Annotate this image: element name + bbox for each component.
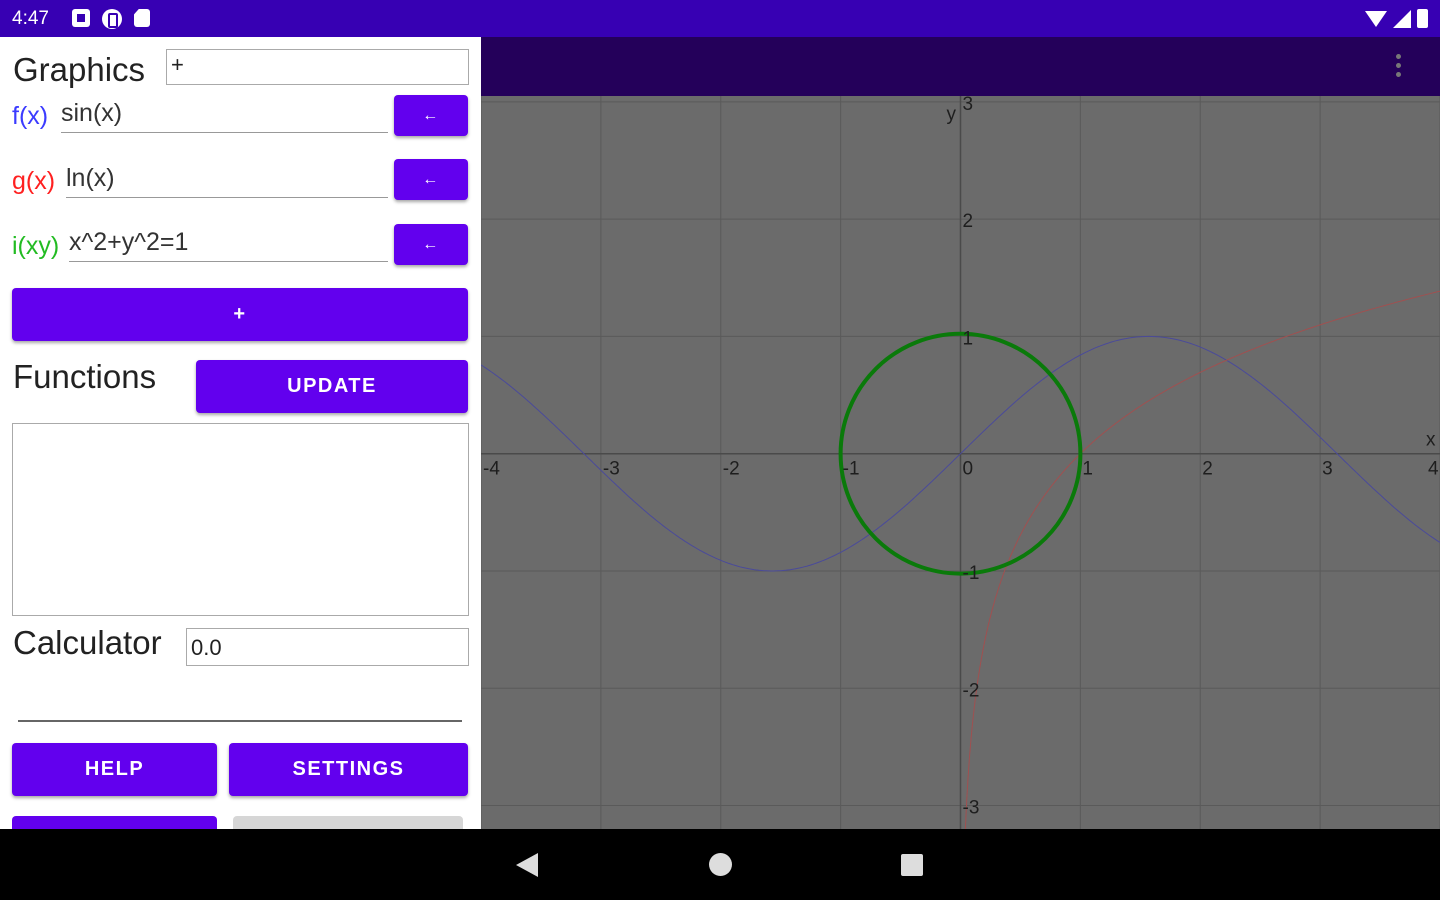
cell-signal-icon xyxy=(1393,9,1411,28)
status-time: 4:47 xyxy=(12,8,49,29)
y-tick-label: -1 xyxy=(963,563,980,584)
wifi-icon xyxy=(1365,10,1387,27)
function-i-input[interactable]: x^2+y^2=1 xyxy=(69,224,388,262)
y-tick-label: -3 xyxy=(963,798,980,819)
home-icon[interactable] xyxy=(709,853,732,876)
function-g-label: g(x) xyxy=(12,167,56,195)
accessibility-notification-icon xyxy=(72,9,90,27)
x-tick-label: -3 xyxy=(603,459,620,480)
app-notification-icon xyxy=(102,9,122,29)
sd-card-icon xyxy=(134,9,150,27)
function-i-apply-button[interactable]: ← xyxy=(394,224,468,265)
overflow-menu-icon[interactable] xyxy=(1396,54,1402,77)
recents-icon[interactable] xyxy=(901,854,923,876)
x-tick-label: 4 xyxy=(1428,459,1439,480)
x-tick-label: -1 xyxy=(843,459,860,480)
y-tick-label: 1 xyxy=(963,328,974,349)
system-icons xyxy=(1365,9,1428,28)
x-tick-label: 2 xyxy=(1202,459,1213,480)
update-button[interactable]: UPDATE xyxy=(196,360,468,413)
calculator-input[interactable]: 0.0 xyxy=(186,628,469,666)
y-axis-label: y xyxy=(947,104,957,125)
app-bar xyxy=(481,37,1440,96)
help-button[interactable]: HELP xyxy=(12,743,217,796)
x-tick-label: 0 xyxy=(963,459,974,480)
partially-visible-button[interactable] xyxy=(12,816,217,829)
y-tick-label: 3 xyxy=(963,96,974,115)
graph-svg: -4 -3 -2 -1 0 1 2 3 4 3 2 1 -1 -2 -3 x y xyxy=(481,96,1440,829)
graph-canvas[interactable]: -4 -3 -2 -1 0 1 2 3 4 3 2 1 -1 -2 -3 x y xyxy=(481,96,1440,829)
x-tick-label: -2 xyxy=(723,459,740,480)
notification-icons xyxy=(72,9,150,29)
function-g-apply-button[interactable]: ← xyxy=(394,159,468,200)
curve-ln xyxy=(964,290,1440,829)
x-tick-label: -4 xyxy=(483,459,500,480)
functions-label: Functions xyxy=(13,358,157,395)
y-tick-label: -2 xyxy=(963,680,980,701)
function-f-input[interactable]: sin(x) xyxy=(61,95,388,133)
calculator-label: Calculator xyxy=(13,624,162,661)
y-tick-label: 2 xyxy=(963,211,974,232)
left-panel: Graphics + f(x) sin(x) ← g(x) ln(x) ← i(… xyxy=(0,37,481,829)
x-axis-label: x xyxy=(1426,430,1436,451)
settings-button[interactable]: SETTINGS xyxy=(229,743,468,796)
function-f-label: f(x) xyxy=(12,102,49,130)
function-f-apply-button[interactable]: ← xyxy=(394,95,468,136)
navigation-bar xyxy=(0,829,1440,900)
functions-list[interactable] xyxy=(12,423,469,616)
back-icon[interactable] xyxy=(516,853,538,877)
function-g-input[interactable]: ln(x) xyxy=(66,160,388,198)
x-tick-label: 1 xyxy=(1082,459,1093,480)
x-tick-label: 3 xyxy=(1322,459,1333,480)
graphics-label: Graphics xyxy=(13,51,146,88)
divider xyxy=(18,720,462,722)
function-i-label: i(xy) xyxy=(12,232,60,260)
graphics-input[interactable]: + xyxy=(166,49,469,85)
battery-icon xyxy=(1417,9,1428,28)
partially-visible-button-disabled[interactable] xyxy=(233,816,463,829)
status-bar: 4:47 xyxy=(0,0,1440,37)
add-function-button[interactable]: + xyxy=(12,288,468,341)
